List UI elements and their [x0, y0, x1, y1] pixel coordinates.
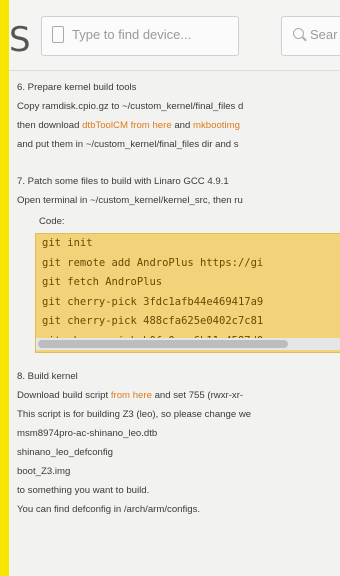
site-logo[interactable]: S	[9, 20, 31, 60]
code-line: git init	[42, 237, 93, 249]
code-horizontal-scrollbar[interactable]	[36, 338, 340, 350]
step6-line3: and put them in ~/custom_kernel/final_fi…	[17, 139, 239, 150]
code-line: git fetch AndroPlus	[42, 276, 163, 288]
step8-line1-post: and set 755 (rwxr-xr-	[151, 390, 244, 401]
step8-title: 8. Build kernel	[17, 371, 78, 382]
dtbtoolcm-link[interactable]: dtbToolCM from here	[82, 120, 172, 131]
step8-line3: msm8974pro-ac-shinano_leo.dtb	[17, 428, 158, 439]
scrollbar-thumb[interactable]	[38, 340, 288, 348]
step6-line2: then download dtbToolCM from here and mk…	[17, 116, 340, 135]
mkbootimg-link[interactable]: mkbootimg	[193, 120, 240, 131]
code-block[interactable]: git init git remote add AndroPlus https:…	[35, 233, 340, 353]
code-label: Code:	[39, 216, 65, 227]
page-frame: S Type to find device... Sear 6. Prepare…	[9, 0, 340, 576]
top-bar: S Type to find device... Sear	[9, 0, 340, 71]
step8-line5: boot_Z3.img	[17, 466, 71, 477]
step8-line2: This script is for building Z3 (leo), so…	[17, 409, 252, 420]
step6-line2-mid: and	[171, 120, 193, 131]
code-line: git remote add AndroPlus https://gi	[42, 256, 264, 269]
step8-line4: shinano_leo_defconfig	[17, 447, 114, 458]
step7-line1: Open terminal in ~/custom_kernel/kernel_…	[17, 195, 243, 206]
step8-line6: to something you want to build.	[17, 485, 150, 496]
site-search-placeholder: Sear	[310, 27, 338, 42]
site-search-input[interactable]: Sear	[281, 16, 340, 56]
phone-icon	[52, 26, 64, 43]
post-content: 6. Prepare kernel build tools Copy ramdi…	[17, 78, 340, 519]
step8-line1: Download build script from here and set …	[17, 386, 340, 405]
step6-line1: Copy ramdisk.cpio.gz to ~/custom_kernel/…	[17, 101, 244, 112]
build-script-link[interactable]: from here	[111, 390, 152, 401]
step7-title: 7. Patch some files to build with Linaro…	[17, 176, 229, 187]
code-line: git cherry-pick 488cfa625e0402c7c81	[42, 315, 264, 327]
device-search-placeholder: Type to find device...	[72, 27, 192, 42]
step8-line1-pre: Download build script	[17, 390, 111, 401]
code-line: git cherry-pick 3fdc1afb44e469417a9	[42, 295, 264, 308]
device-search-input[interactable]: Type to find device...	[41, 16, 239, 56]
step6-title: 6. Prepare kernel build tools	[17, 82, 137, 93]
step8-line7: You can find defconfig in /arch/arm/conf…	[17, 504, 201, 515]
search-icon	[293, 28, 304, 39]
step6-line2-pre: then download	[17, 120, 83, 131]
